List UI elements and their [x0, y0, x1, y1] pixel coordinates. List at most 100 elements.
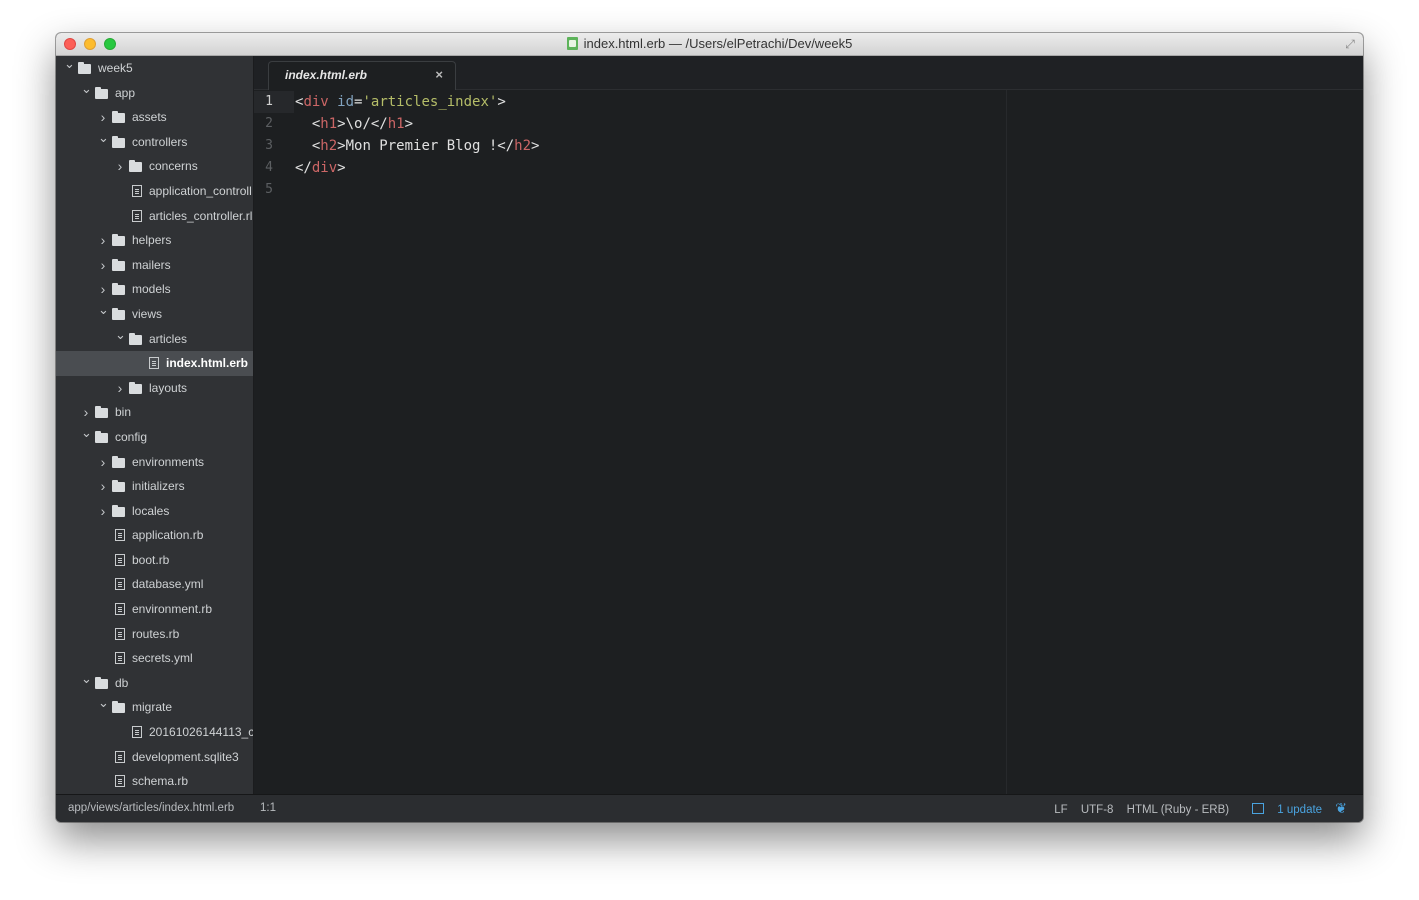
- tree-folder[interactable]: › mailers: [56, 253, 253, 278]
- file-icon: [115, 553, 125, 566]
- code-token: <: [295, 138, 321, 154]
- file-icon: [132, 184, 142, 197]
- tree-item-label: index.html.erb: [166, 356, 249, 371]
- tree-item-label: development.sqlite3: [132, 749, 239, 764]
- tree-item-label: database.yml: [132, 577, 204, 592]
- title-bar: index.html.erb — /Users/elPetrachi/Dev/w…: [56, 33, 1363, 56]
- tree-folder[interactable]: › layouts: [56, 376, 253, 401]
- tree-folder[interactable]: ⌄ views: [56, 302, 253, 327]
- chevron-right-icon[interactable]: ›: [115, 376, 125, 401]
- tree-file[interactable]: index.html.erb: [56, 351, 253, 376]
- folder-icon: [112, 504, 125, 517]
- code-token: >\o/</: [337, 116, 388, 132]
- folder-icon: [95, 430, 108, 443]
- chevron-down-icon[interactable]: ⌄: [98, 298, 109, 323]
- status-file-path[interactable]: app/views/articles/index.html.erb: [68, 795, 234, 822]
- chevron-down-icon[interactable]: ⌄: [81, 77, 92, 102]
- tree-folder[interactable]: › models: [56, 277, 253, 302]
- code-token: h2: [514, 138, 532, 154]
- chevron-right-icon[interactable]: ›: [98, 450, 108, 475]
- tree-item-label: assets: [132, 110, 167, 125]
- tree-folder[interactable]: › concerns: [56, 154, 253, 179]
- code-line: </div>: [295, 157, 346, 179]
- tree-view: ⌄ week5 ⌄ app › assets ⌄ controllers › concerns ap…: [56, 56, 254, 795]
- tree-item-label: migrate: [132, 700, 173, 715]
- tree-folder[interactable]: ⌄ db: [56, 671, 253, 696]
- folder-icon: [129, 160, 142, 173]
- code-line: <div id='articles_index'>: [295, 91, 506, 113]
- tree-file[interactable]: application.rb: [56, 523, 253, 548]
- tree-file[interactable]: articles_controller.rl: [56, 204, 253, 229]
- tree-item-label: mailers: [132, 257, 171, 272]
- tree-file[interactable]: 20161026144113_c: [56, 720, 253, 745]
- tree-file[interactable]: environment.rb: [56, 597, 253, 622]
- editor-window: index.html.erb — /Users/elPetrachi/Dev/w…: [56, 33, 1363, 822]
- chevron-right-icon[interactable]: ›: [98, 474, 108, 499]
- code-token: </: [295, 160, 312, 176]
- window-title-wrap: index.html.erb — /Users/elPetrachi/Dev/w…: [56, 36, 1363, 51]
- chevron-down-icon[interactable]: ⌄: [98, 126, 109, 151]
- package-icon: [1252, 803, 1265, 814]
- code-token: h2: [320, 138, 338, 154]
- file-icon: [115, 529, 125, 542]
- bird-icon[interactable]: ❦: [1335, 795, 1347, 822]
- tree-folder[interactable]: ⌄ config: [56, 425, 253, 450]
- tree-folder[interactable]: › locales: [56, 499, 253, 524]
- tree-file[interactable]: schema.rb: [56, 769, 253, 794]
- folder-icon: [112, 455, 125, 468]
- tree-item-label: routes.rb: [132, 626, 180, 641]
- code-token: div: [311, 160, 338, 176]
- status-cursor-position[interactable]: 1:1: [260, 795, 276, 822]
- tree-folder[interactable]: › assets: [56, 105, 253, 130]
- tab-close-icon[interactable]: ×: [435, 67, 443, 82]
- tree-folder[interactable]: ⌄ app: [56, 81, 253, 106]
- fullscreen-icon[interactable]: ⤢: [1343, 37, 1357, 51]
- chevron-right-icon[interactable]: ›: [98, 253, 108, 278]
- tree-file[interactable]: database.yml: [56, 572, 253, 597]
- status-line-ending[interactable]: LF: [1054, 804, 1067, 816]
- code-token: <: [295, 116, 321, 132]
- folder-icon: [95, 406, 108, 419]
- chevron-down-icon[interactable]: ⌄: [64, 56, 75, 77]
- tree-file[interactable]: development.sqlite3: [56, 745, 253, 770]
- folder-icon: [112, 480, 125, 493]
- tree-folder[interactable]: › initializers: [56, 474, 253, 499]
- file-icon: [115, 750, 125, 763]
- chevron-down-icon[interactable]: ⌄: [81, 421, 92, 446]
- chevron-down-icon[interactable]: ⌄: [81, 667, 92, 692]
- tree-file[interactable]: boot.rb: [56, 548, 253, 573]
- folder-icon: [112, 135, 125, 148]
- file-icon: [115, 652, 125, 665]
- status-grammar[interactable]: HTML (Ruby - ERB): [1127, 804, 1229, 816]
- tree-folder[interactable]: › environments: [56, 450, 253, 475]
- chevron-right-icon[interactable]: ›: [98, 228, 108, 253]
- chevron-right-icon[interactable]: ›: [115, 154, 125, 179]
- tree-item-label: bin: [115, 405, 132, 420]
- line-number: 4: [265, 160, 273, 175]
- tree-folder[interactable]: ⌄ articles: [56, 327, 253, 352]
- code-token: >Mon Premier Blog !</: [337, 138, 515, 154]
- tree-item-label: application_controll: [149, 183, 252, 198]
- tree-folder[interactable]: ⌄ migrate: [56, 695, 253, 720]
- tab-label: index.html.erb: [285, 68, 368, 82]
- tree-folder[interactable]: ⌄ controllers: [56, 130, 253, 155]
- folder-icon: [129, 332, 142, 345]
- tree-file[interactable]: routes.rb: [56, 622, 253, 647]
- chevron-down-icon[interactable]: ⌄: [98, 691, 109, 716]
- tree-file[interactable]: application_controll: [56, 179, 253, 204]
- status-right-group: LF UTF-8 HTML (Ruby - ERB) 1 update ❦: [1044, 795, 1347, 822]
- tree-folder[interactable]: › helpers: [56, 228, 253, 253]
- tree-item-label: environments: [132, 454, 205, 469]
- line-number: 1: [254, 91, 284, 113]
- line-number: 2: [265, 116, 273, 131]
- status-update-link[interactable]: 1 update: [1242, 803, 1322, 816]
- file-icon: [115, 775, 125, 788]
- chevron-right-icon[interactable]: ›: [98, 499, 108, 524]
- code-token: >: [404, 116, 414, 132]
- tab-index-html-erb[interactable]: index.html.erb ×: [268, 61, 456, 90]
- code-editor[interactable]: 12345 <div id='articles_index'> <h1>\o/<…: [254, 90, 1363, 795]
- tree-item-label: helpers: [132, 233, 172, 248]
- chevron-down-icon[interactable]: ⌄: [115, 323, 126, 348]
- folder-icon: [129, 381, 142, 394]
- status-encoding[interactable]: UTF-8: [1081, 804, 1114, 816]
